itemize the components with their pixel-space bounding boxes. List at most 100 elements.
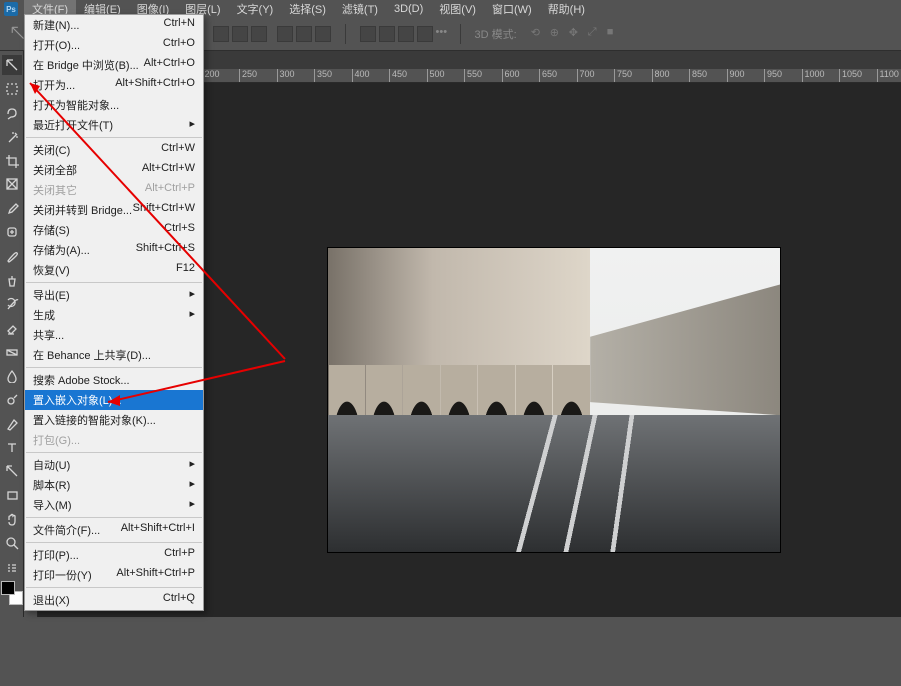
history-brush-tool[interactable] [2,294,22,314]
menuitem-p[interactable]: 打印(P)... Ctrl+P [25,545,203,565]
menuitem-label: 在 Behance 上共享(D)... [33,347,151,363]
magic-wand-tool[interactable] [2,127,22,147]
ruler-tick: 750 [614,69,632,83]
crop-tool[interactable] [2,151,22,171]
shortcut-label: Alt+Shift+Ctrl+O [115,77,195,93]
menuitem-[interactable]: 生成 ▸ [25,305,203,325]
blur-tool[interactable] [2,366,22,386]
submenu-arrow-icon: ▸ [189,477,195,493]
menuitem-m[interactable]: 导入(M)▸ [25,495,203,515]
healing-tool[interactable] [2,222,22,242]
menuitem-[interactable]: 共享... [25,325,203,345]
menu-select[interactable]: 选择(S) [281,0,334,19]
menuitem-s[interactable]: 存储(S) Ctrl+S [25,220,203,240]
brush-tool[interactable] [2,246,22,266]
separator [26,452,202,453]
distribute-group[interactable]: ••• [360,26,446,42]
menuitem-u[interactable]: 自动(U)▸ [25,455,203,475]
menuitem-n[interactable]: 新建(N)...Ctrl+N [25,15,203,35]
menu-help[interactable]: 帮助(H) [540,0,593,19]
menuitem-label: 打包(G)... [33,432,80,448]
menuitem-t[interactable]: 最近打开文件(T)▸ [25,115,203,135]
shortcut-label: Ctrl+O [163,37,195,53]
menuitem-label: 存储为(A)... [33,242,90,258]
menuitem-label: 文件简介(F)... [33,522,100,538]
type-tool[interactable] [2,438,22,458]
ruler-tick: 500 [427,69,445,83]
menuitem-bridge[interactable]: 关闭并转到 Bridge...Shift+Ctrl+W [25,200,203,220]
image-road [328,415,780,552]
separator [26,517,202,518]
menuitem-r[interactable]: 脚本(R) ▸ [25,475,203,495]
hand-tool[interactable] [2,509,22,529]
separator [26,367,202,368]
menuitem-label: 置入链接的智能对象(K)... [33,412,156,428]
shortcut-label: Alt+Shift+Ctrl+P [116,567,195,583]
menuitem-v[interactable]: 恢复(V)F12 [25,260,203,280]
mode-3d-group[interactable]: ⟲⊕✥⤢■ [531,26,623,42]
menuitem-o[interactable]: 打开(O)... Ctrl+O [25,35,203,55]
document-canvas[interactable] [328,248,780,552]
menuitem-bridgeb[interactable]: 在 Bridge 中浏览(B)...Alt+Ctrl+O [25,55,203,75]
menuitem-k[interactable]: 置入链接的智能对象(K)... [25,410,203,430]
menu-filter[interactable]: 滤镜(T) [334,0,386,19]
shortcut-label: Ctrl+S [164,222,195,238]
eraser-tool[interactable] [2,318,22,338]
lasso-tool[interactable] [2,103,22,123]
rectangle-tool[interactable] [2,485,22,505]
mode-3d-label: 3D 模式: [475,26,517,42]
menuitem-label: 导出(E) [33,287,70,303]
menu-view[interactable]: 视图(V) [431,0,484,19]
fg-color[interactable] [1,581,15,595]
submenu-arrow-icon: ▸ [189,307,195,323]
menuitem-[interactable]: 打开为智能对象... [25,95,203,115]
ps-logo-icon: Ps [4,2,18,16]
menuitem-label: 脚本(R) [33,477,70,493]
frame-tool[interactable] [2,175,22,195]
marquee-tool[interactable] [2,79,22,99]
menuitem-f[interactable]: 文件简介(F)...Alt+Shift+Ctrl+I [25,520,203,540]
menuitem-label: 关闭并转到 Bridge... [33,202,132,218]
menuitem-a[interactable]: 存储为(A)...Shift+Ctrl+S [25,240,203,260]
align-group[interactable] [213,26,331,42]
menuitem-l[interactable]: 置入嵌入对象(L)... [25,390,203,410]
clone-tool[interactable] [2,270,22,290]
zoom-tool[interactable] [2,533,22,553]
menuitem-y[interactable]: 打印一份(Y)Alt+Shift+Ctrl+P [25,565,203,585]
menu-3d[interactable]: 3D(D) [386,1,431,17]
menuitem-label: 打开为智能对象... [33,97,119,113]
menuitem-label: 在 Bridge 中浏览(B)... [33,57,139,73]
menuitem-c[interactable]: 关闭(C)Ctrl+W [25,140,203,160]
color-swatches[interactable] [1,581,23,605]
menu-window[interactable]: 窗口(W) [484,0,540,19]
pen-tool[interactable] [2,414,22,434]
menuitem-[interactable]: 关闭全部Alt+Ctrl+W [25,160,203,180]
menuitem-label: 共享... [33,327,64,343]
ruler-tick: 450 [389,69,407,83]
menuitem-e[interactable]: 导出(E)▸ [25,285,203,305]
submenu-arrow-icon: ▸ [189,457,195,473]
shortcut-label: Ctrl+P [164,547,195,563]
menuitem-label: 打印(P)... [33,547,79,563]
dodge-tool[interactable] [2,390,22,410]
ruler-tick: 250 [239,69,257,83]
move-tool[interactable] [2,55,22,75]
menuitem-label: 打开(O)... [33,37,80,53]
path-tool[interactable] [2,461,22,481]
ruler-tick: 900 [727,69,745,83]
edit-toolbar-tool[interactable] [2,557,22,577]
menuitem-[interactable]: 打开为...Alt+Shift+Ctrl+O [25,75,203,95]
menuitem-adobestock[interactable]: 搜索 Adobe Stock... [25,370,203,390]
menuitem-label: 新建(N)... [33,17,79,33]
menu-type[interactable]: 文字(Y) [229,0,282,19]
ruler-tick: 350 [314,69,332,83]
toolbox [0,51,24,617]
menuitem-x[interactable]: 退出(X)Ctrl+Q [25,590,203,610]
shortcut-label: Alt+Ctrl+P [145,182,195,198]
menuitem-label: 存储(S) [33,222,70,238]
menuitem-behanced[interactable]: 在 Behance 上共享(D)... [25,345,203,365]
ruler-tick: 800 [652,69,670,83]
menuitem-label: 生成 [33,307,55,323]
gradient-tool[interactable] [2,342,22,362]
eyedropper-tool[interactable] [2,198,22,218]
